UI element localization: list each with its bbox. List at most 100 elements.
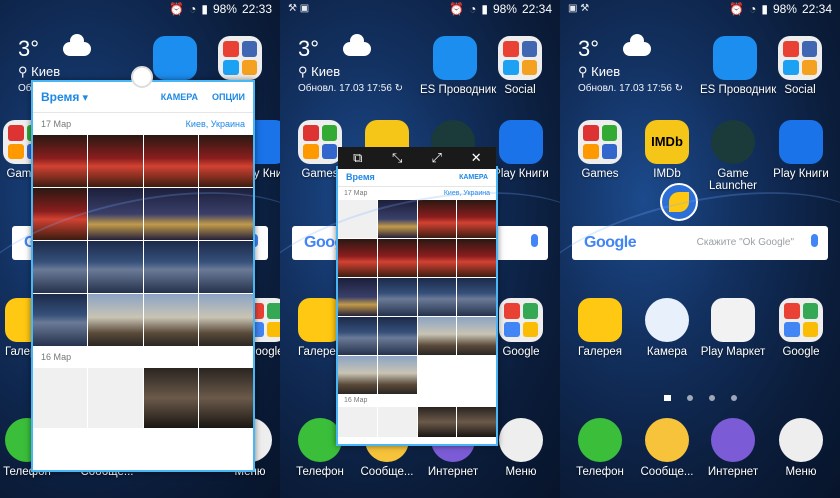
minimize-icon[interactable]: ⤡ <box>386 150 408 166</box>
dropdown-caret-icon[interactable]: ▾ <box>79 91 88 104</box>
thumbnail[interactable] <box>377 407 417 437</box>
thumbnail[interactable] <box>338 200 377 238</box>
thumbnail[interactable] <box>457 239 496 277</box>
gallery-icon <box>298 298 342 342</box>
mic-icon[interactable] <box>811 234 818 247</box>
google-logo: Google <box>304 234 357 251</box>
google-folder[interactable]: Google <box>766 298 836 358</box>
floating-gallery-bubble[interactable] <box>660 183 698 221</box>
thumbnail[interactable] <box>457 200 496 238</box>
thumbnail[interactable] <box>417 317 457 355</box>
games-folder[interactable]: Games <box>565 120 635 180</box>
play-books-app[interactable]: Play Книги <box>766 120 836 180</box>
es-app[interactable]: ES Проводник <box>420 36 496 96</box>
thumbnail[interactable] <box>338 317 377 355</box>
internet-app[interactable]: Интернет <box>698 418 768 478</box>
social-folder[interactable]: Social <box>485 36 555 96</box>
home-page-icon[interactable] <box>663 395 671 401</box>
thumbnail[interactable] <box>143 188 198 240</box>
thumbnail[interactable] <box>33 188 88 240</box>
gallery-icon <box>5 298 49 342</box>
thumbnail[interactable] <box>198 135 253 187</box>
es-explorer-icon <box>153 36 197 80</box>
maximize-icon[interactable]: ⤢ <box>426 150 448 166</box>
google-search-bar[interactable]: Google Скажите "Ok Google" <box>572 226 828 260</box>
mic-icon[interactable] <box>531 234 538 247</box>
mic-icon[interactable] <box>251 234 258 247</box>
time-filter[interactable]: Время <box>41 90 79 104</box>
camera-button[interactable]: КАМЕРА <box>459 174 488 181</box>
play-market-app[interactable]: Play Маркет <box>698 298 768 358</box>
imdb-app[interactable]: IMDb IMDb <box>632 120 702 180</box>
options-button[interactable]: ОПЦИИ <box>212 92 245 102</box>
thumbnail[interactable] <box>377 239 417 277</box>
page-dot[interactable] <box>686 395 693 401</box>
thumbnail[interactable] <box>88 135 143 187</box>
gallery-app[interactable]: Галерея <box>285 298 355 358</box>
thumbnail[interactable] <box>143 368 198 428</box>
thumbnail[interactable] <box>417 407 457 437</box>
messages-app[interactable]: Сообще... <box>632 418 702 478</box>
thumbnail[interactable] <box>457 317 496 355</box>
thumbnail[interactable] <box>198 241 253 293</box>
thumbnail[interactable] <box>377 356 417 394</box>
page-dot[interactable] <box>708 395 715 401</box>
close-icon[interactable]: ✕ <box>465 150 487 166</box>
thumbnail[interactable] <box>198 368 253 428</box>
page-indicator[interactable] <box>560 388 840 406</box>
page-dot[interactable] <box>730 395 737 401</box>
thumbnail[interactable] <box>143 241 198 293</box>
signal-icon: ▮ <box>761 2 768 16</box>
thumbnail[interactable] <box>338 407 377 437</box>
battery-level: 98% <box>212 2 237 16</box>
thumbnail[interactable] <box>417 200 457 238</box>
camera-app[interactable]: Камера <box>632 298 702 358</box>
google-search-bar[interactable]: Google <box>292 226 548 260</box>
thumbnail-grid <box>338 407 496 437</box>
thumbnail[interactable] <box>33 294 88 346</box>
thumbnail[interactable] <box>417 278 457 316</box>
apps-grid-icon <box>779 418 823 462</box>
gallery-popup-window-small[interactable]: Время КАМЕРА 17 Мар Киев, Украина 16 Мар <box>336 166 498 446</box>
thumbnail[interactable] <box>377 200 417 238</box>
thumbnail[interactable] <box>338 278 377 316</box>
social-folder[interactable] <box>205 36 275 84</box>
thumbnail[interactable] <box>198 294 253 346</box>
thumbnail[interactable] <box>33 135 88 187</box>
thumbnail[interactable] <box>377 317 417 355</box>
menu-app[interactable]: Меню <box>766 418 836 478</box>
pop-out-icon[interactable]: ⧉ <box>347 150 369 166</box>
gallery-popup-window[interactable]: Время ▾ КАМЕРА ОПЦИИ 17 Мар Киев, Украина… <box>31 80 255 472</box>
thumbnail[interactable] <box>338 239 377 277</box>
resize-handle[interactable] <box>131 66 153 88</box>
thumbnail[interactable] <box>198 188 253 240</box>
cloud-icon <box>63 34 91 56</box>
city-label: ⚲ Киев <box>298 64 341 79</box>
thumbnail[interactable] <box>33 241 88 293</box>
game-launcher-app[interactable]: Game Launcher <box>698 120 768 192</box>
thumbnail[interactable] <box>88 368 143 428</box>
thumbnail[interactable] <box>33 368 88 428</box>
time-filter[interactable]: Время <box>346 172 375 182</box>
thumbnail[interactable] <box>143 294 198 346</box>
weather-widget[interactable]: 3° ⚲ Киев Обновл. 17.03 17:56 ↻ <box>298 34 403 94</box>
weather-widget[interactable]: 3° ⚲ Киев Обновл. 17.03 17:56 ↻ <box>578 34 683 94</box>
thumbnail[interactable] <box>88 294 143 346</box>
camera-button[interactable]: КАМЕРА <box>161 92 198 102</box>
internet-icon <box>711 418 755 462</box>
thumbnail[interactable] <box>417 239 457 277</box>
thumbnail[interactable] <box>88 188 143 240</box>
google-search-bar[interactable]: Google <box>12 226 268 260</box>
thumbnail[interactable] <box>457 407 496 437</box>
thumbnail[interactable] <box>377 278 417 316</box>
thumbnail[interactable] <box>143 135 198 187</box>
phone-app[interactable]: Телефон <box>565 418 635 478</box>
alarm-icon: ⏰ <box>169 2 185 16</box>
thumbnail[interactable] <box>457 278 496 316</box>
thumbnail[interactable] <box>338 356 377 394</box>
gallery-app[interactable]: Галерея <box>565 298 635 358</box>
es-app[interactable]: ES Проводник <box>700 36 776 96</box>
social-folder[interactable]: Social <box>765 36 835 96</box>
thumbnail[interactable] <box>88 241 143 293</box>
popup-control-bar: ⧉ ⤡ ⤢ ✕ <box>338 147 496 169</box>
